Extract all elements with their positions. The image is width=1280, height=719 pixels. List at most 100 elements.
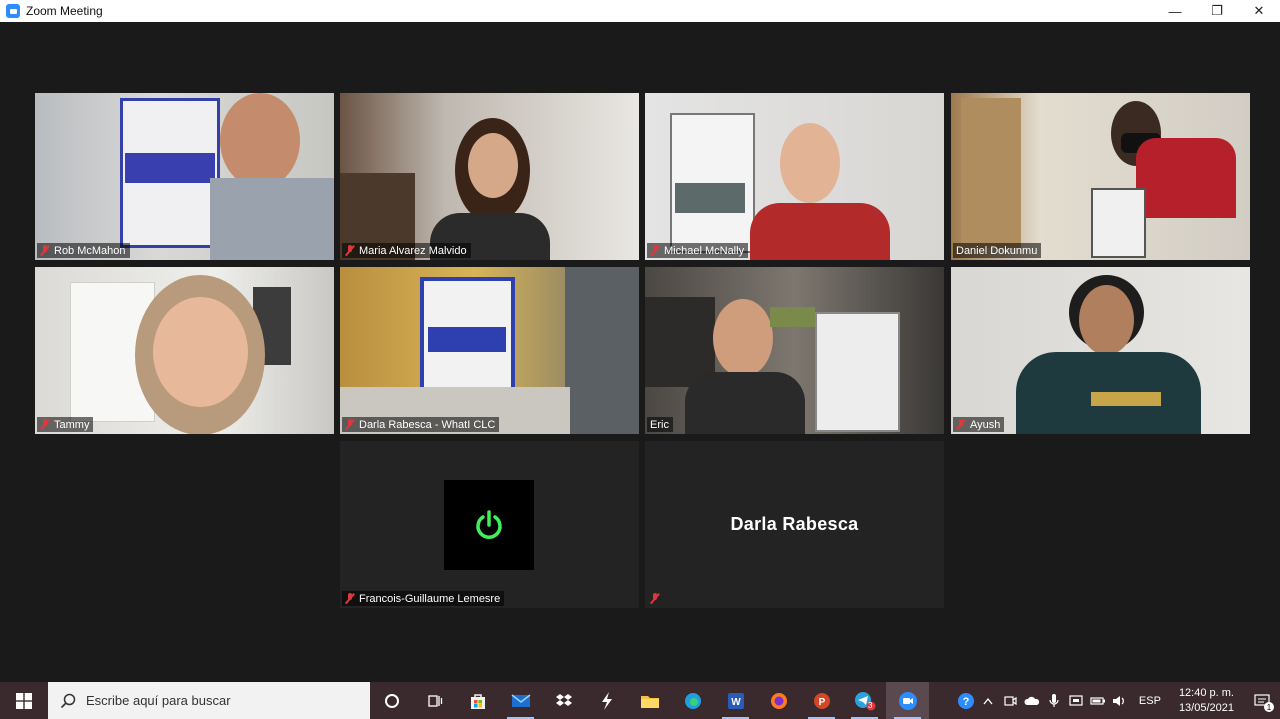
mic-muted-icon <box>650 593 660 604</box>
svg-text:W: W <box>731 697 741 708</box>
onedrive-tray-button[interactable] <box>1021 682 1043 719</box>
meeting-area: Rob McMahon Maria Alvarez Malvido Michae… <box>0 22 1280 682</box>
participant-name: Darla Rabesca - WhatI CLC <box>359 418 496 431</box>
video-tile[interactable]: Ayush <box>951 267 1250 434</box>
powerpoint-icon: P <box>813 692 830 709</box>
microsoft-store-button[interactable] <box>456 682 499 719</box>
participant-nameplate: Daniel Dokunmu <box>953 243 1042 258</box>
taskbar-search-box[interactable]: Escribe aquí para buscar <box>48 682 370 719</box>
participant-nameplate: Michael McNally <box>647 243 749 258</box>
svg-text:?: ? <box>963 696 970 708</box>
firefox-icon <box>770 692 787 709</box>
mic-muted-icon <box>345 593 355 604</box>
participant-name: Maria Alvarez Malvido <box>359 244 467 257</box>
start-button[interactable] <box>0 682 48 719</box>
mic-muted-icon <box>40 245 50 256</box>
title-bar: Zoom Meeting — ❐ ✕ <box>0 0 1280 22</box>
video-tile[interactable]: Michael McNally <box>645 93 944 260</box>
windows-taskbar: Escribe aquí para buscar W P 3 ? ESP 12:… <box>0 682 1280 719</box>
participant-nameplate: Eric <box>647 417 673 432</box>
meet-now-tray-button[interactable] <box>999 682 1021 719</box>
participant-name: Michael McNally <box>664 244 745 257</box>
system-tray: ? ESP 12:40 p. m. 13/05/2021 1 <box>955 682 1280 719</box>
minimize-button[interactable]: — <box>1154 0 1196 22</box>
window-controls: — ❐ ✕ <box>1154 0 1280 22</box>
search-placeholder: Escribe aquí para buscar <box>86 693 231 708</box>
show-hidden-icons-button[interactable] <box>977 682 999 719</box>
folder-icon <box>640 695 659 708</box>
volume-tray-button[interactable] <box>1109 682 1131 719</box>
participant-nameplate: Darla Rabesca - WhatI CLC <box>342 417 500 432</box>
mail-button[interactable] <box>499 682 542 719</box>
battery-tray-button[interactable] <box>1087 682 1109 719</box>
mic-muted-icon <box>956 419 966 430</box>
participant-nameplate: Ayush <box>953 417 1005 432</box>
zoom-app-icon <box>6 4 20 18</box>
task-view-button[interactable] <box>413 682 456 719</box>
language-indicator[interactable]: ESP <box>1131 695 1169 707</box>
participant-nameplate: Tammy <box>37 417 94 432</box>
participant-display-name: Darla Rabesca <box>730 514 859 534</box>
participant-name: Eric <box>650 418 669 431</box>
battery-icon <box>1090 696 1105 705</box>
clock-time: 12:40 p. m. <box>1178 686 1234 699</box>
word-icon: W <box>727 692 744 709</box>
mic-muted-icon <box>345 245 355 256</box>
video-tile[interactable]: Daniel Dokunmu <box>951 93 1250 260</box>
zoom-icon <box>898 691 917 710</box>
chevron-up-icon <box>983 697 993 704</box>
video-off-tile[interactable]: Darla Rabesca <box>645 441 944 608</box>
window-title: Zoom Meeting <box>26 4 103 18</box>
mic-muted-icon <box>650 245 660 256</box>
speaker-icon <box>1112 695 1124 706</box>
participant-name: Ayush <box>970 418 1001 431</box>
power-icon <box>476 510 502 539</box>
mic-muted-icon <box>345 419 355 430</box>
clock-date: 13/05/2021 <box>1178 701 1234 714</box>
word-button[interactable]: W <box>714 682 757 719</box>
security-tray-button[interactable] <box>1065 682 1087 719</box>
zoom-taskbar-button[interactable] <box>886 682 929 719</box>
participant-name: Rob McMahon <box>54 244 126 257</box>
search-icon <box>60 693 76 708</box>
store-icon <box>470 693 485 709</box>
video-tile[interactable]: Rob McMahon <box>35 93 334 260</box>
clock[interactable]: 12:40 p. m. 13/05/2021 <box>1169 686 1244 716</box>
profile-picture <box>444 480 534 570</box>
notification-count: 1 <box>1264 702 1274 712</box>
help-icon: ? <box>957 692 974 709</box>
telegram-badge: 3 <box>868 701 873 710</box>
telegram-button[interactable]: 3 <box>843 682 886 719</box>
cloud-icon <box>1024 696 1040 705</box>
camera-icon <box>1004 695 1017 706</box>
participant-nameplate: Maria Alvarez Malvido <box>342 243 471 258</box>
help-tray-button[interactable]: ? <box>955 682 977 719</box>
dropbox-icon <box>555 693 572 706</box>
participant-nameplate: Francois-Guillaume Lemesre <box>342 591 505 606</box>
maximize-button[interactable]: ❐ <box>1196 0 1238 22</box>
action-center-button[interactable]: 1 <box>1244 682 1280 719</box>
cortana-button[interactable] <box>370 682 413 719</box>
participant-name: Francois-Guillaume Lemesre <box>359 592 501 605</box>
video-off-tile[interactable]: Francois-Guillaume Lemesre <box>340 441 639 608</box>
dropbox-button[interactable] <box>542 682 585 719</box>
svg-text:P: P <box>818 697 825 708</box>
cortana-icon <box>384 693 399 708</box>
windows-logo-icon <box>16 692 32 709</box>
lightning-icon <box>601 691 612 710</box>
participant-name: Daniel Dokunmu <box>956 244 1038 257</box>
edge-icon <box>684 692 701 709</box>
video-tile[interactable]: Darla Rabesca - WhatI CLC <box>340 267 639 434</box>
file-explorer-button[interactable] <box>628 682 671 719</box>
close-button[interactable]: ✕ <box>1238 0 1280 22</box>
video-tile[interactable]: Maria Alvarez Malvido <box>340 93 639 260</box>
video-tile[interactable]: Tammy <box>35 267 334 434</box>
edge-button[interactable] <box>671 682 714 719</box>
firefox-button[interactable] <box>757 682 800 719</box>
participant-nameplate <box>647 591 664 606</box>
powerpoint-button[interactable]: P <box>800 682 843 719</box>
video-tile-active-speaker[interactable]: Eric <box>645 267 944 434</box>
microphone-tray-button[interactable] <box>1043 682 1065 719</box>
participant-name: Tammy <box>54 418 90 431</box>
power-automate-button[interactable] <box>585 682 628 719</box>
